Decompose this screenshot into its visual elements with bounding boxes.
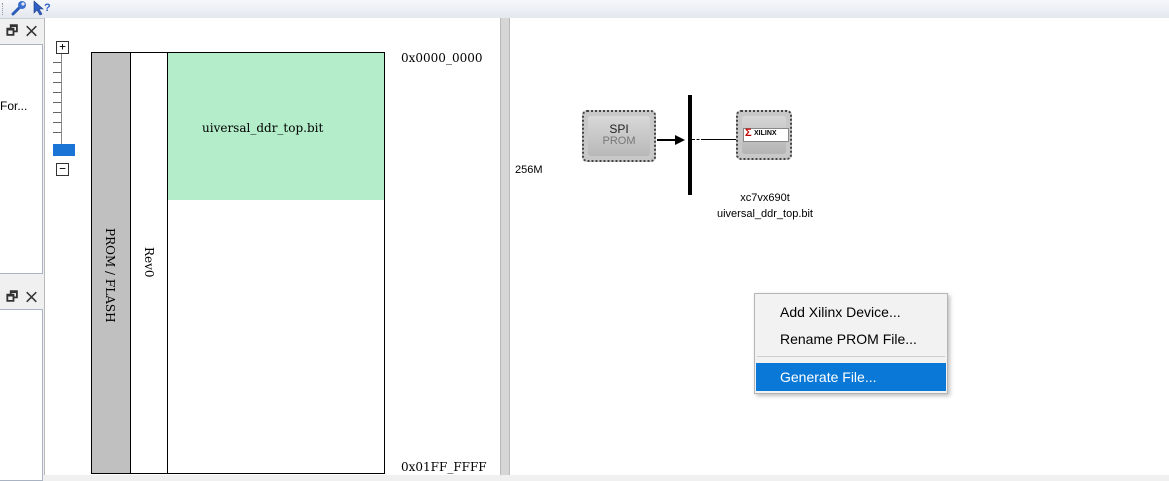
svg-text:?: ? xyxy=(44,2,51,14)
view-splitter[interactable] xyxy=(500,18,510,475)
prom-to-bus-arrow xyxy=(657,139,677,141)
left-panel-top: For... xyxy=(0,44,43,274)
panel-float-close-buttons[interactable]: 🗗 ✕ xyxy=(6,288,39,310)
revision-label: Rev0 xyxy=(142,247,156,278)
zoom-out-button[interactable]: − xyxy=(56,163,69,176)
zoom-tick xyxy=(53,72,61,73)
zoom-tick xyxy=(53,122,61,123)
xilinx-logo-text: XILINX xyxy=(754,130,777,137)
bitfile-block[interactable]: uiversal_ddr_top.bit xyxy=(168,53,384,200)
xilinx-logo-icon: Σ XILINX xyxy=(743,127,789,142)
zoom-slider-thumb[interactable] xyxy=(53,144,75,156)
bus-link-dashed xyxy=(692,139,704,141)
left-panel-bottom-header: 🗗 ✕ xyxy=(0,285,42,304)
device-label: PROM / FLASH xyxy=(103,228,117,323)
zoom-tick xyxy=(53,92,61,93)
bitfile-label: uiversal_ddr_top.bit xyxy=(202,121,324,135)
menu-separator xyxy=(757,356,945,357)
end-address: 0x01FF_FFFF xyxy=(401,460,487,474)
panel-float-close-buttons[interactable]: 🗗 ✕ xyxy=(6,22,39,44)
left-panel-top-header: 🗗 ✕ xyxy=(0,19,42,38)
config-bus xyxy=(688,95,692,195)
arrow-head-icon xyxy=(675,135,685,145)
memory-size-label: 256M xyxy=(515,164,543,176)
toolbar: ? xyxy=(0,0,1169,19)
start-address: 0x0000_0000 xyxy=(401,51,483,65)
zoom-tick xyxy=(53,62,61,63)
memory-map-box: PROM / FLASH Rev0 uiversal_ddr_top.bit xyxy=(91,52,385,474)
memory-map-view: + − PROM / FLASH Rev0 uiversal_ddr_top.b… xyxy=(44,18,501,475)
prom-chip-line1: SPI xyxy=(609,122,629,136)
fpga-bitfile-name: uiversal_ddr_top.bit xyxy=(716,208,813,220)
bus-link xyxy=(704,139,736,140)
revision-column: Rev0 xyxy=(131,53,168,473)
context-menu: Add Xilinx Device... Rename PROM File...… xyxy=(754,293,948,394)
zoom-slider-track[interactable] xyxy=(61,54,62,154)
zoom-tick xyxy=(53,102,61,103)
toolbar-grip[interactable] xyxy=(2,3,6,15)
device-column: PROM / FLASH xyxy=(92,53,131,473)
zoom-in-button[interactable]: + xyxy=(56,41,69,54)
spi-prom-chip[interactable]: SPI PROM xyxy=(582,110,656,162)
menu-add-xilinx-device[interactable]: Add Xilinx Device... xyxy=(756,298,946,326)
fpga-device-name: xc7vx690t xyxy=(740,192,790,204)
prom-diagram-view: 256M SPI PROM Σ XILINX xc7vx690t uiversa… xyxy=(510,18,1169,475)
prom-chip-line2: PROM xyxy=(602,135,636,147)
menu-rename-prom-file[interactable]: Rename PROM File... xyxy=(756,325,946,353)
zoom-tick xyxy=(53,112,61,113)
zoom-tick xyxy=(53,82,61,83)
menu-generate-file[interactable]: Generate File... xyxy=(756,363,946,391)
wrench-icon[interactable] xyxy=(10,0,28,16)
left-panel-bottom xyxy=(0,309,43,481)
context-help-icon[interactable]: ? xyxy=(32,0,54,16)
panel-list-item[interactable]: For... xyxy=(0,99,38,113)
xilinx-fpga-chip[interactable]: Σ XILINX xyxy=(736,110,792,160)
zoom-tick xyxy=(53,132,61,133)
